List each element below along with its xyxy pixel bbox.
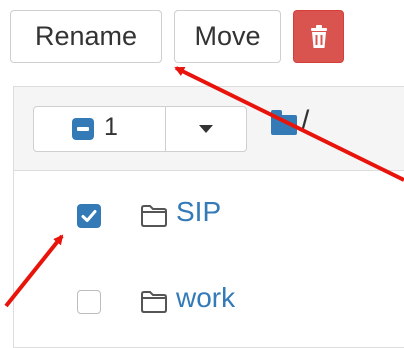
list-item[interactable]: work bbox=[14, 257, 404, 347]
item-name-link[interactable]: SIP bbox=[176, 196, 221, 228]
folder-icon[interactable] bbox=[271, 110, 297, 135]
move-button[interactable]: Move bbox=[174, 10, 281, 63]
caret-down-icon[interactable] bbox=[199, 125, 213, 133]
select-all-dropdown[interactable]: 1 bbox=[33, 106, 247, 152]
folder-icon bbox=[141, 291, 167, 313]
item-name-link[interactable]: work bbox=[176, 282, 235, 314]
dropdown-divider bbox=[165, 107, 166, 151]
rename-button[interactable]: Rename bbox=[10, 10, 162, 63]
file-list-panel: 1 / SIP work bbox=[13, 86, 404, 348]
file-list-header: 1 / bbox=[14, 87, 404, 171]
trash-icon bbox=[311, 25, 327, 48]
breadcrumb-root[interactable]: / bbox=[301, 105, 309, 139]
item-checkbox[interactable] bbox=[77, 204, 101, 228]
item-checkbox[interactable] bbox=[77, 290, 101, 314]
indeterminate-checkbox[interactable] bbox=[72, 118, 94, 140]
list-item[interactable]: SIP bbox=[14, 171, 404, 258]
checkmark-icon bbox=[81, 210, 97, 222]
delete-button[interactable] bbox=[293, 10, 344, 63]
selected-count: 1 bbox=[104, 113, 118, 141]
folder-icon bbox=[141, 205, 167, 227]
